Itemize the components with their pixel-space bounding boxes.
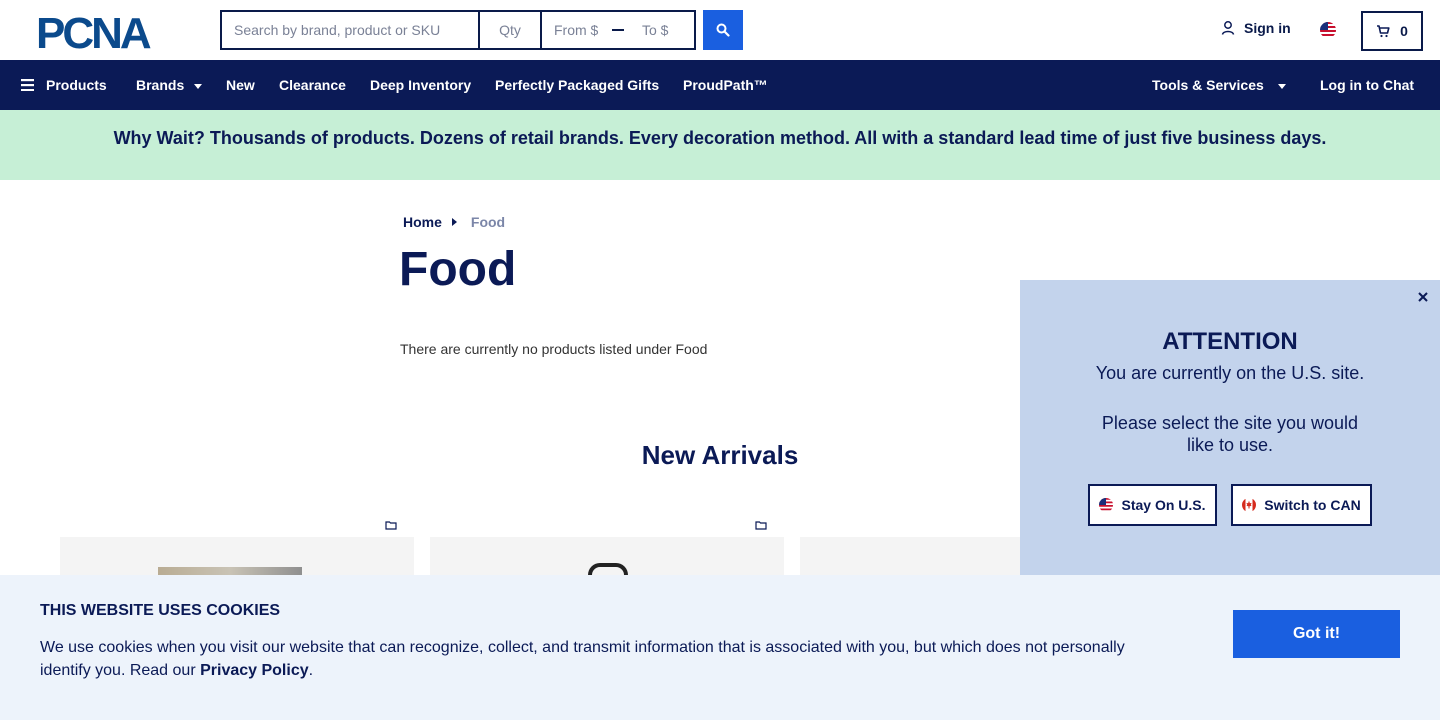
price-to-input[interactable] [630, 12, 694, 48]
menu-icon [21, 79, 34, 91]
cart-icon [1377, 25, 1390, 38]
nav-packaged-gifts[interactable]: Perfectly Packaged Gifts [495, 60, 659, 110]
cart-count: 0 [1400, 23, 1408, 39]
nav-chat-label: Log in to Chat [1320, 77, 1415, 93]
site-select-panel: ATTENTION You are currently on the U.S. … [1020, 280, 1440, 580]
nav-new-label: New [226, 77, 255, 93]
search-button[interactable] [703, 10, 743, 50]
nav-proudpath[interactable]: ProudPath™ [683, 60, 768, 110]
search-icon [716, 23, 730, 37]
folder-icon[interactable] [755, 520, 767, 530]
us-flag-icon [1099, 498, 1114, 512]
chevron-down-icon [1277, 83, 1286, 89]
nav-packaged-gifts-label: Perfectly Packaged Gifts [495, 77, 660, 93]
price-dash [612, 29, 624, 31]
cookie-banner: THIS WEBSITE USES COOKIES We use cookies… [0, 575, 1440, 720]
cookie-text: We use cookies when you visit our websit… [40, 636, 1150, 682]
search-bar [220, 10, 696, 50]
promo-banner: Why Wait? Thousands of products. Dozens … [0, 110, 1440, 180]
nav-products-label: Products [46, 77, 107, 93]
canada-flag-icon [1242, 498, 1257, 512]
switch-can-label: Switch to CAN [1264, 497, 1361, 513]
breadcrumb-current: Food [470, 214, 506, 230]
nav-proudpath-label: ProudPath™ [683, 77, 768, 93]
main-nav: Products Brands New Clearance Deep Inven… [0, 60, 1440, 110]
nav-brands-label: Brands [136, 77, 185, 93]
switch-can-button[interactable]: Switch to CAN [1231, 484, 1372, 526]
price-range [540, 10, 696, 50]
user-icon [1221, 21, 1235, 35]
us-flag-icon[interactable] [1320, 22, 1336, 38]
cart-button[interactable]: 0 [1361, 11, 1423, 51]
site-header: PCNA Sign in [0, 0, 1440, 60]
attention-current-site: You are currently on the U.S. site. [1095, 363, 1365, 383]
search-input[interactable] [220, 10, 478, 50]
got-it-button[interactable]: Got it! [1233, 610, 1400, 658]
breadcrumb-arrow-icon [451, 218, 457, 226]
nav-clearance-label: Clearance [279, 77, 346, 93]
breadcrumb-home[interactable]: Home [403, 214, 442, 230]
nav-deep-inventory[interactable]: Deep Inventory [370, 60, 471, 110]
sign-in-link[interactable]: Sign in [1220, 20, 1291, 36]
nav-clearance[interactable]: Clearance [279, 60, 346, 110]
stay-us-button[interactable]: Stay On U.S. [1088, 484, 1217, 526]
empty-message: There are currently no products listed u… [400, 341, 708, 357]
attention-instructions: Please select the site you would like to… [1101, 413, 1359, 455]
stay-us-label: Stay On U.S. [1121, 497, 1206, 513]
price-from-input[interactable] [542, 12, 606, 48]
nav-brands[interactable]: Brands [136, 60, 203, 110]
breadcrumb: Home Food [403, 214, 505, 230]
nav-new[interactable]: New [226, 60, 255, 110]
sign-in-label: Sign in [1244, 20, 1291, 36]
cookie-title: THIS WEBSITE USES COOKIES [40, 602, 281, 619]
close-icon[interactable] [1416, 290, 1430, 304]
nav-deep-inventory-label: Deep Inventory [370, 77, 472, 93]
folder-icon[interactable] [385, 520, 397, 530]
promo-banner-text: Why Wait? Thousands of products. Dozens … [113, 127, 1327, 148]
pcna-logo[interactable]: PCNA [36, 10, 186, 52]
cookie-period: . [308, 662, 314, 679]
nav-products[interactable]: Products [21, 60, 107, 110]
chevron-down-icon [194, 83, 203, 89]
nav-tools-label: Tools & Services [1152, 77, 1264, 93]
svg-text:PCNA: PCNA [36, 10, 151, 52]
attention-title: ATTENTION [1162, 328, 1298, 355]
nav-tools-services[interactable]: Tools & Services [1152, 60, 1286, 110]
nav-chat-login[interactable]: Log in to Chat [1320, 60, 1414, 110]
privacy-policy-link[interactable]: Privacy Policy [200, 662, 309, 679]
qty-input[interactable] [478, 10, 540, 50]
page-title: Food [399, 243, 517, 296]
